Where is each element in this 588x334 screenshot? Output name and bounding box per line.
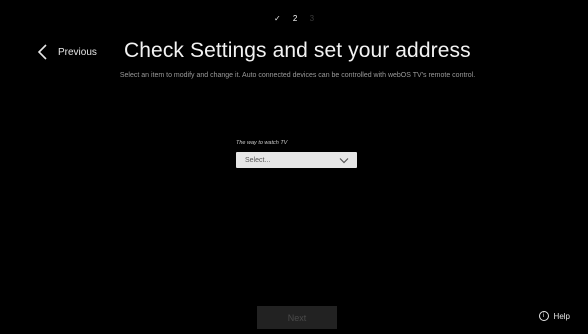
- watch-tv-select[interactable]: Select...: [236, 152, 357, 168]
- watch-tv-label: The way to watch TV: [236, 140, 288, 146]
- step-1-check: ✓: [273, 14, 281, 23]
- help-button[interactable]: i Help: [538, 311, 570, 321]
- step-2-current: 2: [292, 14, 298, 23]
- help-label: Help: [553, 311, 570, 321]
- setup-screen: ✓ 2 3 Previous Check Settings and set yo…: [0, 0, 588, 334]
- next-button[interactable]: Next: [257, 306, 337, 329]
- previous-label: Previous: [58, 46, 97, 58]
- watch-tv-field: The way to watch TV Select...: [236, 139, 358, 168]
- info-icon: i: [538, 311, 549, 321]
- page-subtitle: Select an item to modify and change it. …: [119, 72, 476, 79]
- step-indicator: ✓ 2 3: [0, 14, 588, 24]
- watch-tv-select-value: Select...: [245, 156, 271, 164]
- previous-button[interactable]: Previous: [36, 42, 97, 62]
- page-title: Check Settings and set your address: [124, 39, 471, 62]
- step-3-future: 3: [309, 14, 315, 23]
- chevron-down-icon: [339, 157, 349, 163]
- chevron-left-icon: [37, 44, 47, 60]
